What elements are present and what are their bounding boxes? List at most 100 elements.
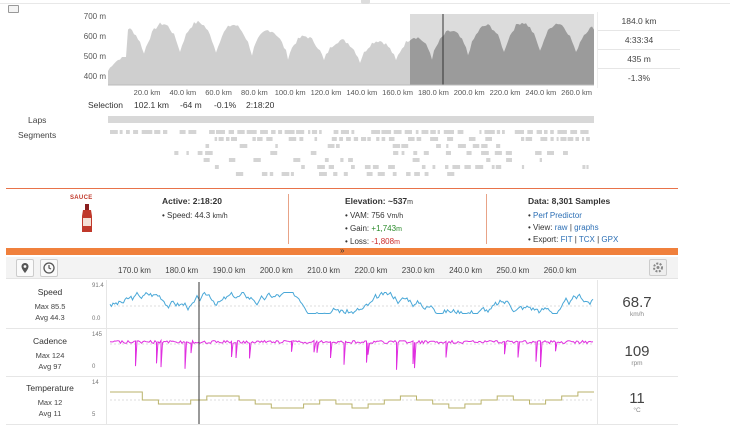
segment-mark[interactable] [246, 130, 257, 134]
segment-mark[interactable] [582, 137, 585, 141]
segment-mark[interactable] [253, 158, 261, 162]
segment-mark[interactable] [372, 165, 379, 169]
segment-mark[interactable] [521, 165, 525, 169]
segment-mark[interactable] [393, 151, 399, 155]
segment-mark[interactable] [214, 165, 219, 169]
segment-mark[interactable] [228, 130, 234, 134]
segment-mark[interactable] [110, 130, 118, 134]
segment-mark[interactable] [485, 137, 492, 141]
segment-mark[interactable] [527, 130, 533, 134]
segment-mark[interactable] [486, 158, 491, 162]
segment-mark[interactable] [457, 130, 464, 134]
segment-mark[interactable] [353, 137, 359, 141]
segment-mark[interactable] [319, 130, 322, 134]
segment-mark[interactable] [126, 130, 130, 134]
segment-mark[interactable] [586, 137, 590, 141]
segment-mark[interactable] [266, 137, 273, 141]
segment-mark[interactable] [496, 130, 501, 134]
segment-mark[interactable] [514, 130, 524, 134]
segment-mark[interactable] [218, 137, 224, 141]
segment-mark[interactable] [381, 130, 392, 134]
clock-button[interactable] [40, 259, 58, 277]
segment-mark[interactable] [506, 158, 512, 162]
segment-mark[interactable] [536, 130, 542, 134]
segment-mark[interactable] [496, 144, 501, 148]
segment-mark[interactable] [484, 130, 495, 134]
segment-mark[interactable] [239, 144, 248, 148]
segment-mark[interactable] [580, 130, 589, 134]
segment-mark[interactable] [586, 165, 589, 169]
segment-mark[interactable] [333, 130, 339, 134]
segment-mark[interactable] [505, 151, 512, 155]
segment-mark[interactable] [327, 144, 335, 148]
segment-mark[interactable] [421, 130, 429, 134]
segment-mark[interactable] [408, 137, 415, 141]
segment-mark[interactable] [544, 130, 548, 134]
segment-mark[interactable] [351, 130, 355, 134]
segment-mark[interactable] [163, 130, 168, 134]
segment-mark[interactable] [560, 137, 567, 141]
segment-mark[interactable] [299, 137, 304, 141]
segment-mark[interactable] [567, 137, 574, 141]
segment-mark[interactable] [228, 158, 236, 162]
segment-mark[interactable] [271, 130, 276, 134]
segment-mark[interactable] [324, 158, 329, 162]
segment-mark[interactable] [437, 130, 440, 134]
segment-mark[interactable] [424, 172, 429, 176]
segment-mark[interactable] [319, 172, 327, 176]
view-raw-link[interactable]: raw [555, 223, 568, 232]
segment-mark[interactable] [269, 172, 274, 176]
segment-mark[interactable] [421, 165, 426, 169]
segment-mark[interactable] [447, 137, 454, 141]
segment-mark[interactable] [570, 130, 578, 134]
segment-mark[interactable] [226, 137, 230, 141]
chevron-icon[interactable]: » [340, 246, 344, 255]
segment-mark[interactable] [525, 137, 533, 141]
segment-mark[interactable] [179, 130, 186, 134]
segment-mark[interactable] [205, 144, 210, 148]
segment-mark[interactable] [392, 144, 401, 148]
segment-mark[interactable] [216, 130, 225, 134]
segment-mark[interactable] [575, 137, 579, 141]
segment-mark[interactable] [436, 144, 441, 148]
segment-mark[interactable] [392, 172, 397, 176]
segment-mark[interactable] [361, 137, 367, 141]
segment-mark[interactable] [413, 151, 418, 155]
laps-bar[interactable] [108, 116, 594, 123]
segment-mark[interactable] [406, 172, 411, 176]
segments-track[interactable] [108, 128, 594, 184]
segment-mark[interactable] [351, 165, 355, 169]
segment-mark[interactable] [539, 158, 542, 162]
segment-mark[interactable] [443, 130, 454, 134]
segment-mark[interactable] [214, 137, 218, 141]
segment-mark[interactable] [203, 158, 210, 162]
segment-mark[interactable] [288, 137, 297, 141]
segment-mark[interactable] [457, 144, 466, 148]
segment-mark[interactable] [188, 130, 197, 134]
segment-mark[interactable] [381, 137, 386, 141]
segment-mark[interactable] [371, 130, 381, 134]
segment-mark[interactable] [416, 137, 422, 141]
map-pin-button[interactable] [16, 259, 34, 277]
segment-mark[interactable] [479, 130, 482, 134]
segment-mark[interactable] [563, 151, 568, 155]
segment-mark[interactable] [308, 130, 311, 134]
segment-mark[interactable] [502, 130, 505, 134]
segment-mark[interactable] [464, 165, 471, 169]
segment-mark[interactable] [296, 130, 305, 134]
segment-mark[interactable] [290, 172, 294, 176]
segment-mark[interactable] [388, 137, 395, 141]
segment-mark[interactable] [252, 137, 256, 141]
segment-mark[interactable] [495, 165, 502, 169]
segment-mark[interactable] [494, 151, 502, 155]
segment-mark[interactable] [231, 137, 237, 141]
export-gpx-link[interactable]: GPX [601, 235, 618, 244]
segment-mark[interactable] [311, 130, 318, 134]
segment-mark[interactable] [346, 137, 351, 141]
segment-mark[interactable] [328, 165, 334, 169]
segment-mark[interactable] [446, 144, 449, 148]
segment-mark[interactable] [366, 172, 373, 176]
segment-mark[interactable] [333, 172, 338, 176]
settings-button[interactable] [649, 259, 667, 276]
segment-mark[interactable] [535, 151, 542, 155]
